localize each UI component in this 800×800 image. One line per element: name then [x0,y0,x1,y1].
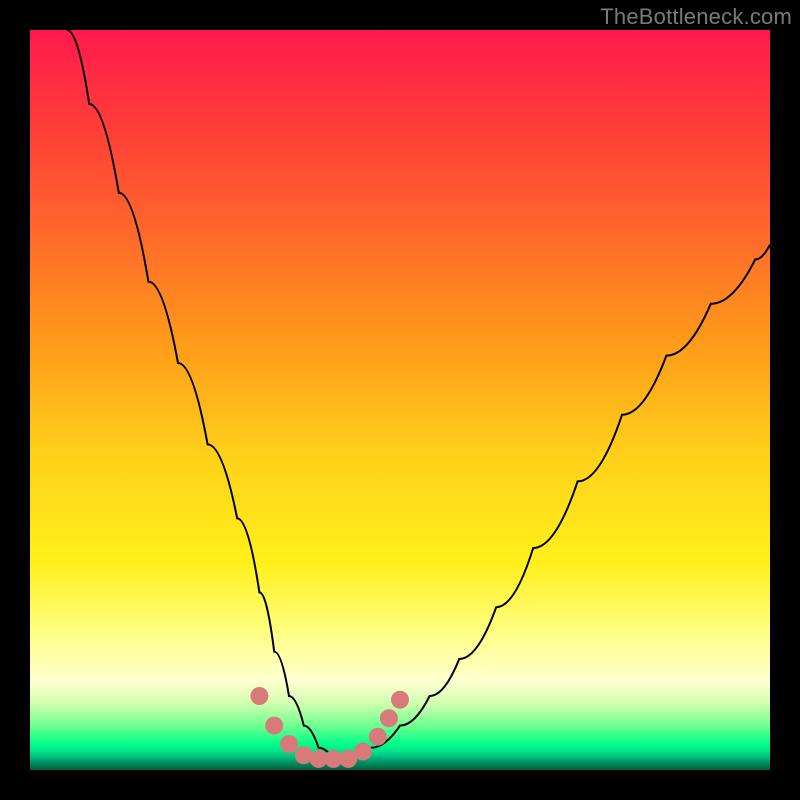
plot-background [30,30,770,770]
watermark-text: TheBottleneck.com [600,4,792,30]
chart-container: TheBottleneck.com [0,0,800,800]
